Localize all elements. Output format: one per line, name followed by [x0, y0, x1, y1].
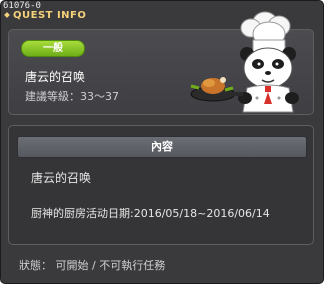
window-title: QUEST INFO — [13, 10, 87, 21]
quest-content-panel: 內容 唐云的召唤 厨神的厨房活动日期:2016/05/18~2016/06/14 — [8, 125, 314, 245]
content-event-dates: 厨神的厨房活动日期:2016/05/18~2016/06/14 — [31, 207, 270, 220]
recommended-level: 建議等級：33～37 — [25, 90, 119, 103]
category-badge: 一般 — [21, 40, 85, 57]
quest-header-panel: 一般 唐云的召唤 建議等級：33～37 — [8, 11, 314, 115]
quest-status: 狀態： 可開始 / 不可執行任務 — [19, 259, 166, 272]
content-quest-name: 唐云的召唤 — [31, 171, 92, 185]
content-header: 內容 — [17, 136, 307, 158]
quest-name: 唐云的召唤 — [25, 70, 86, 84]
chef-panda-icon — [190, 11, 299, 113]
quest-info-window: 61076-0 QUEST INFO 一般 唐云的召唤 建議等級：33～37 內… — [0, 0, 324, 284]
